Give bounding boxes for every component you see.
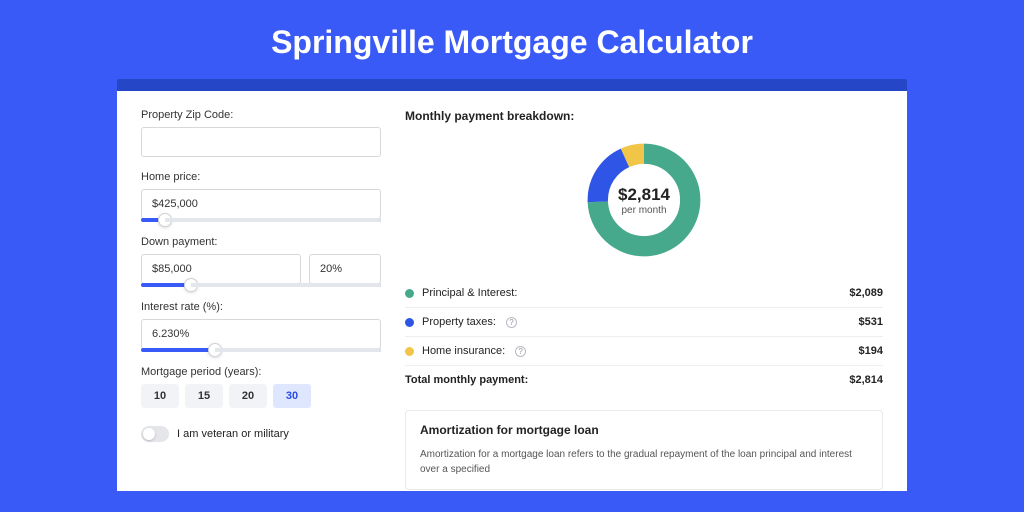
home-price-slider-thumb[interactable] [158,213,172,227]
veteran-toggle-knob [143,428,155,440]
legend-left: Principal & Interest: [405,287,517,299]
period-30-button[interactable]: 30 [273,384,311,408]
legend-row-taxes: Property taxes: ? $531 [405,307,883,336]
donut-chart: $2,814 per month [583,139,705,261]
period-group: Mortgage period (years): 10 15 20 30 [141,366,381,408]
down-payment-slider[interactable] [141,283,381,287]
down-payment-pct-input[interactable] [309,254,381,284]
period-options: 10 15 20 30 [141,384,381,408]
legend-label: Principal & Interest: [422,287,517,299]
calculator-card: Property Zip Code: Home price: Down paym… [117,91,907,491]
period-15-button[interactable]: 15 [185,384,223,408]
period-label: Mortgage period (years): [141,366,381,378]
veteran-label: I am veteran or military [177,428,289,440]
rate-slider[interactable] [141,348,381,352]
down-payment-group: Down payment: [141,236,381,287]
down-payment-label: Down payment: [141,236,381,248]
page-title: Springville Mortgage Calculator [0,0,1024,79]
period-20-button[interactable]: 20 [229,384,267,408]
legend-row-principal: Principal & Interest: $2,089 [405,279,883,307]
home-price-label: Home price: [141,171,381,183]
legend-label: Property taxes: [422,316,496,328]
amortization-body: Amortization for a mortgage loan refers … [420,447,868,477]
legend-row-insurance: Home insurance: ? $194 [405,336,883,365]
legend-amount: $194 [859,345,883,357]
legend-amount: $2,089 [849,287,883,299]
legend-row-total: Total monthly payment: $2,814 [405,365,883,394]
period-10-button[interactable]: 10 [141,384,179,408]
amortization-box: Amortization for mortgage loan Amortizat… [405,410,883,490]
legend-label: Home insurance: [422,345,505,357]
zip-input[interactable] [141,127,381,157]
home-price-group: Home price: [141,171,381,222]
down-payment-input[interactable] [141,254,301,284]
legend-amount: $531 [859,316,883,328]
veteran-row: I am veteran or military [141,426,381,442]
legend-left: Home insurance: ? [405,345,526,357]
home-price-slider[interactable] [141,218,381,222]
swatch-blue-icon [405,318,414,327]
zip-label: Property Zip Code: [141,109,381,121]
home-price-input[interactable] [141,189,381,219]
legend: Principal & Interest: $2,089 Property ta… [405,279,883,394]
veteran-toggle[interactable] [141,426,169,442]
breakdown-heading: Monthly payment breakdown: [405,109,883,123]
form-column: Property Zip Code: Home price: Down paym… [141,109,381,491]
rate-group: Interest rate (%): [141,301,381,352]
rate-input[interactable] [141,319,381,349]
legend-left: Property taxes: ? [405,316,517,328]
info-icon[interactable]: ? [515,346,526,357]
rate-slider-thumb[interactable] [208,343,222,357]
donut-center: $2,814 per month [583,139,705,261]
donut-amount: $2,814 [618,185,670,205]
swatch-green-icon [405,289,414,298]
rate-label: Interest rate (%): [141,301,381,313]
zip-field-group: Property Zip Code: [141,109,381,157]
breakdown-column: Monthly payment breakdown: $2,814 per mo… [405,109,883,491]
info-icon[interactable]: ? [506,317,517,328]
card-shadow: Property Zip Code: Home price: Down paym… [117,79,907,491]
down-payment-row [141,254,381,284]
total-label: Total monthly payment: [405,374,528,386]
donut-chart-wrap: $2,814 per month [405,133,883,279]
total-amount: $2,814 [849,374,883,386]
swatch-yellow-icon [405,347,414,356]
donut-sublabel: per month [621,205,666,216]
down-payment-slider-thumb[interactable] [184,278,198,292]
amortization-title: Amortization for mortgage loan [420,423,868,437]
